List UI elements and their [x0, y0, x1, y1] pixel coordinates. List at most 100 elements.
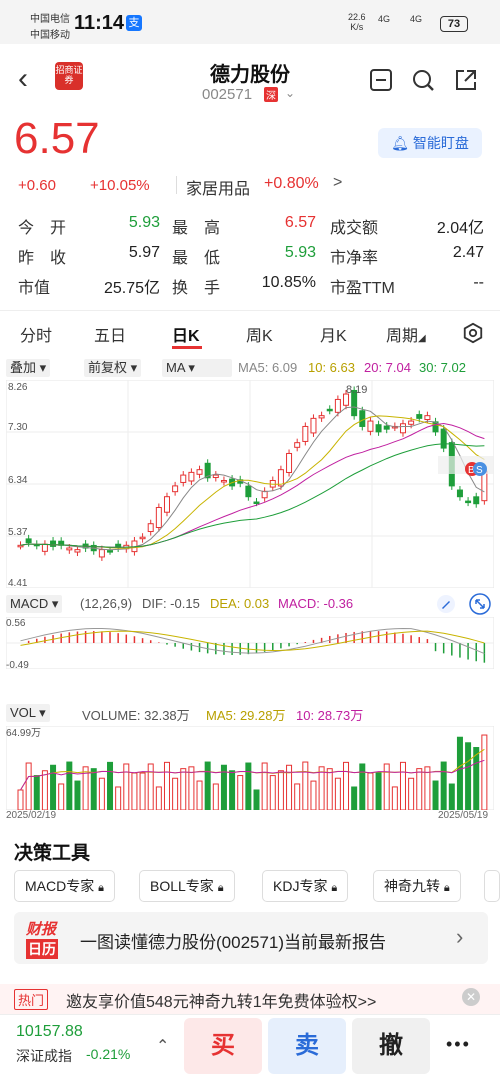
- candle: [50, 540, 57, 547]
- volume-bar: [237, 775, 244, 810]
- search-icon[interactable]: [411, 68, 435, 92]
- stat-label: 市值: [18, 280, 51, 297]
- volume-bar: [41, 770, 48, 810]
- volume-bar: [74, 780, 81, 810]
- candle: [163, 496, 170, 513]
- stat-label: 今 开: [18, 220, 67, 237]
- macd-params: (12,26,9): [80, 596, 133, 611]
- candle: [98, 549, 105, 558]
- promo-text[interactable]: 邀友享价值548元神奇九转1年免费体验权>>: [66, 988, 376, 1012]
- expand-icon[interactable]: [468, 592, 492, 616]
- report-text[interactable]: 一图读懂德力股份(002571)当前最新报告: [80, 928, 386, 953]
- stat-label: 昨 收: [18, 250, 67, 267]
- more-icon[interactable]: •••: [446, 1034, 471, 1055]
- candle: [188, 471, 195, 482]
- chevron-right-icon[interactable]: ›: [456, 924, 463, 950]
- tab-five-day[interactable]: 五日: [94, 322, 126, 346]
- volume-value: VOLUME: 32.38万: [82, 708, 190, 723]
- candle: [245, 485, 252, 498]
- stat-label: 最 高: [172, 220, 221, 237]
- tool-boll-expert[interactable]: BOLL专家 🔒︎: [139, 870, 235, 902]
- last-price: 6.57: [14, 114, 100, 163]
- tool-magic-nine[interactable]: 神奇九转 🔒︎: [373, 870, 461, 902]
- alipay-icon: 支: [126, 15, 142, 31]
- volume-bar: [277, 770, 284, 810]
- macd-value: MACD: -0.36: [278, 596, 354, 611]
- vol-dropdown[interactable]: VOL ▾: [6, 704, 50, 722]
- vol-ma5-value: MA5: 29.28万: [206, 708, 286, 723]
- y-tick-label: 5.37: [8, 527, 28, 538]
- cancel-order-button[interactable]: 撤: [352, 1018, 430, 1074]
- sell-button[interactable]: 卖: [268, 1018, 346, 1074]
- ma30-value: 30: 7.02: [419, 360, 466, 375]
- battery-icon: 73: [440, 16, 468, 32]
- period-tabs: 分时 五日 日K 周K 月K 周期◢: [0, 312, 500, 352]
- overlay-dropdown[interactable]: 叠加 ▾: [6, 359, 51, 377]
- candle: [375, 424, 382, 433]
- sector-change[interactable]: +0.80%: [264, 175, 319, 193]
- section-title: 决策工具: [14, 843, 91, 864]
- candle: [25, 538, 32, 544]
- tab-monthly-k[interactable]: 月K: [320, 322, 347, 346]
- lock-icon: 🔒︎: [443, 882, 450, 894]
- candle: [326, 408, 333, 412]
- volume-bar: [432, 780, 439, 810]
- share-icon[interactable]: [454, 68, 478, 92]
- candle: [302, 425, 309, 442]
- signal-icon-2: 4G: [410, 14, 423, 24]
- buy-button[interactable]: 买: [184, 1018, 262, 1074]
- volume-bar: [107, 761, 114, 810]
- volume-bar: [33, 775, 40, 810]
- ma-dropdown[interactable]: MA ▾: [162, 359, 232, 377]
- stat-value: 5.97: [128, 244, 160, 261]
- volume-bar: [212, 783, 219, 810]
- edit-pen-icon[interactable]: [436, 594, 456, 614]
- y-tick-label: 7.30: [8, 422, 28, 433]
- index-change: -0.21%: [86, 1046, 131, 1062]
- volume-bar: [123, 763, 130, 810]
- index-name[interactable]: 深证成指: [16, 1046, 72, 1066]
- sector-name[interactable]: 家居用品: [186, 175, 250, 199]
- macd-chart[interactable]: 0.56 -0.49: [6, 617, 494, 669]
- volume-bar: [343, 761, 350, 810]
- smart-watch-button[interactable]: 🔔︎ 智能盯盘: [378, 128, 482, 158]
- report-calendar-logo: 财报 日历: [26, 921, 58, 959]
- lock-icon: 🔒︎: [98, 882, 104, 894]
- dif-value: DIF: -0.15: [142, 596, 200, 611]
- candle: [180, 474, 187, 483]
- volume-bar: [456, 736, 463, 810]
- tool-macd-expert[interactable]: MACD专家 🔒︎: [14, 870, 115, 902]
- tab-weekly-k[interactable]: 周K: [246, 322, 273, 346]
- lock-icon: 🔒︎: [331, 882, 338, 894]
- tool-more-partial[interactable]: [484, 870, 500, 902]
- volume-chart[interactable]: 64.99万: [6, 726, 494, 810]
- volume-bar: [334, 777, 341, 810]
- tab-daily-k[interactable]: 日K: [172, 322, 200, 346]
- volume-bar: [90, 768, 97, 810]
- volume-bar: [302, 761, 309, 810]
- stat-value: 2.04亿: [436, 220, 484, 237]
- candle: [17, 544, 24, 548]
- chevron-up-icon[interactable]: ⌃: [156, 1036, 169, 1056]
- minus-box-icon[interactable]: [369, 68, 393, 92]
- volume-bar: [416, 768, 423, 810]
- stat-value: 5.93: [128, 214, 160, 231]
- y-tick-label: 6.34: [8, 475, 28, 486]
- candle: [367, 420, 374, 432]
- volume-bar: [147, 763, 154, 810]
- tab-timeshare[interactable]: 分时: [20, 322, 52, 346]
- close-icon[interactable]: ✕: [462, 988, 480, 1006]
- tool-kdj-expert[interactable]: KDJ专家 🔒︎: [262, 870, 349, 902]
- tab-period[interactable]: 周期◢: [386, 322, 426, 346]
- candle: [212, 474, 219, 479]
- sector-chevron-icon[interactable]: >: [333, 174, 342, 192]
- candle: [465, 500, 472, 504]
- settings-hexagon-icon[interactable]: [462, 322, 484, 344]
- kline-chart[interactable]: 8.26 7.30 6.34 5.37 4.41 8.19 B S: [6, 380, 494, 588]
- chevron-down-icon[interactable]: ⌄: [285, 86, 295, 100]
- adjust-dropdown[interactable]: 前复权 ▾: [84, 359, 142, 377]
- macd-dropdown[interactable]: MACD ▾: [6, 595, 63, 613]
- stat-value: 6.57: [284, 214, 316, 231]
- signal-icon: 4G: [378, 14, 391, 24]
- price-change: +0.60: [18, 177, 56, 194]
